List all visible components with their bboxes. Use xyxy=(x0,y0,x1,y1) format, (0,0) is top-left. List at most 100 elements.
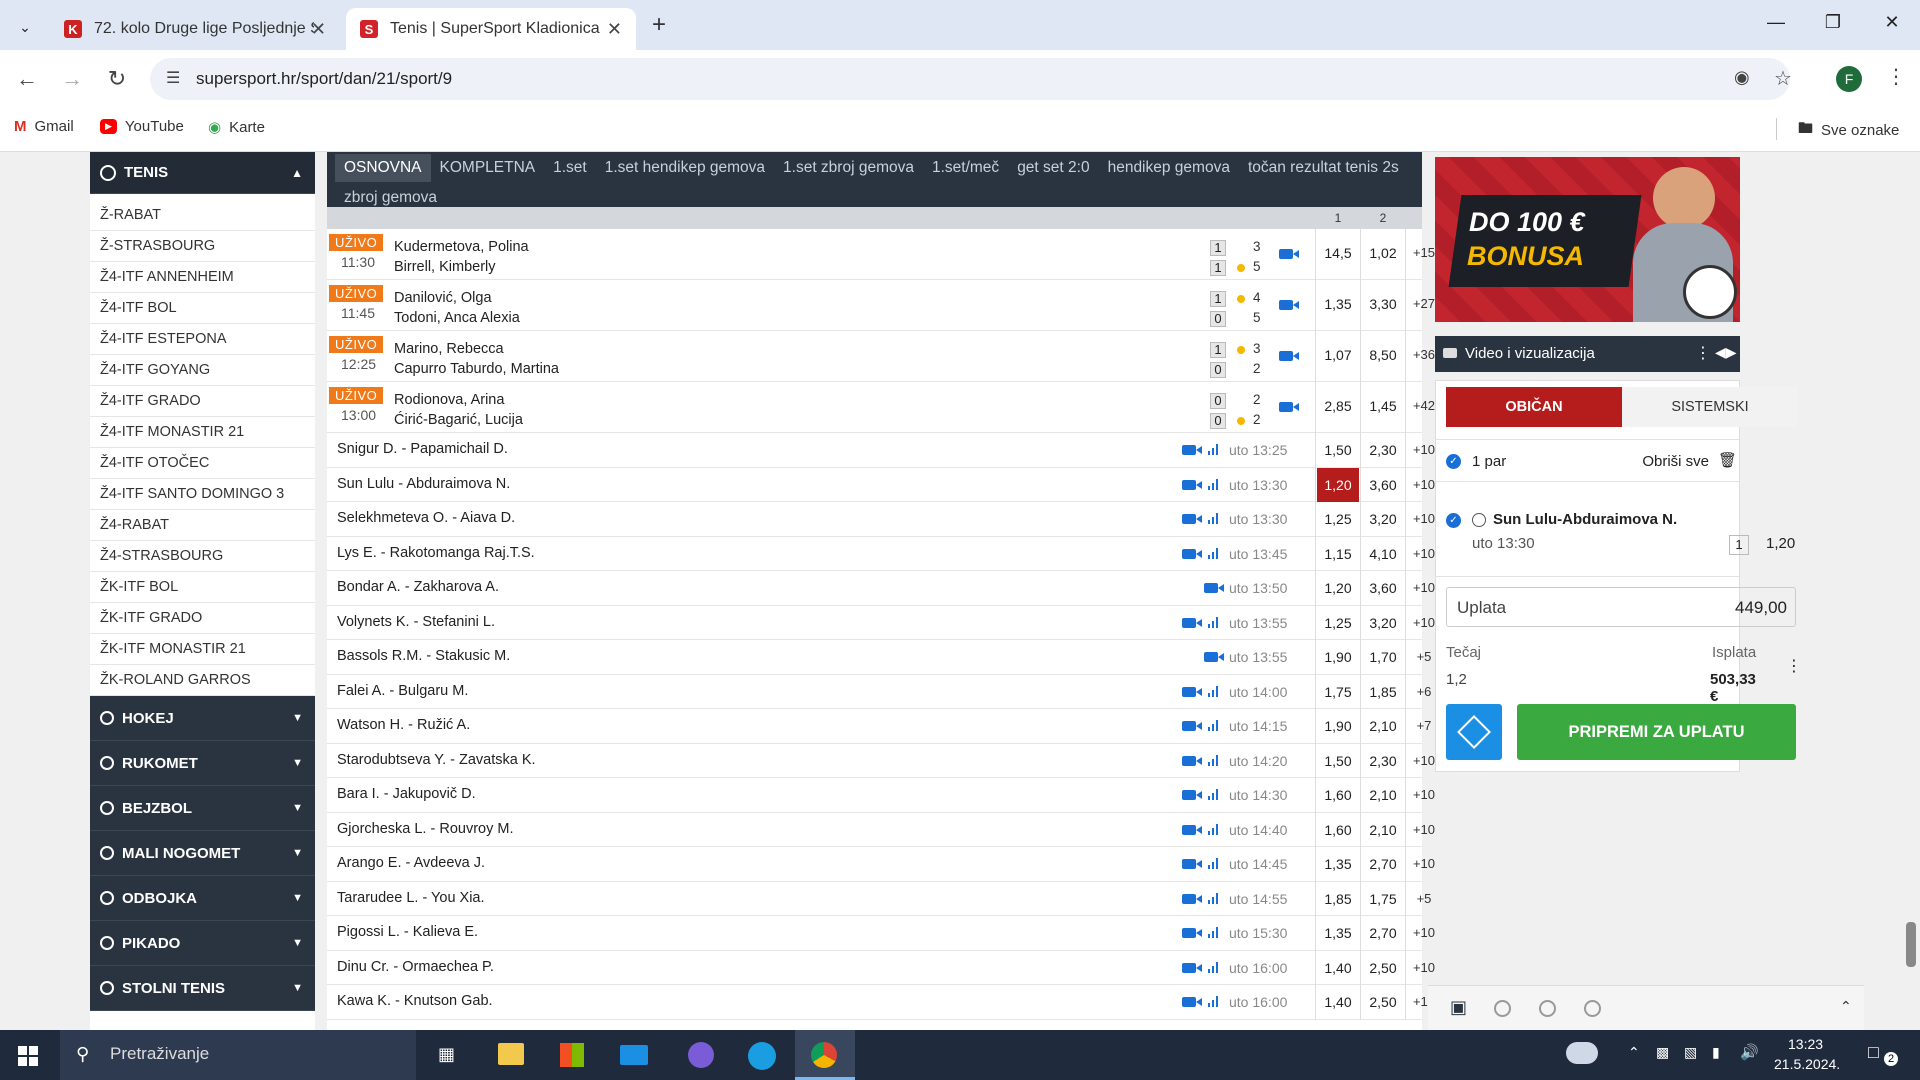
profile-avatar[interactable]: F xyxy=(1836,66,1862,92)
live-match-row[interactable]: UŽIVO 11:30 Kudermetova, Polina Birrell, Ki… xyxy=(327,229,1435,280)
stats-bars-icon[interactable] xyxy=(1208,478,1220,490)
menu-kebab-icon[interactable]: ⋮ xyxy=(1886,64,1906,89)
sidebar-sport-item[interactable]: BEJZBOL ▼ xyxy=(90,786,315,831)
sidebar-tournament-item[interactable]: Ž4-ITF SANTO DOMINGO 3 xyxy=(90,479,315,510)
clock-time[interactable]: 13:23 xyxy=(1788,1036,1823,1052)
sidebar-sport-item[interactable]: PIKADO ▼ xyxy=(90,921,315,966)
site-info-icon[interactable]: ☰ xyxy=(166,68,180,88)
odd-2[interactable]: 8,50 xyxy=(1362,347,1404,363)
video-bar[interactable]: Video i vizualizacija ⋮ ◀▶ xyxy=(1435,336,1740,372)
sidebar-sport-item[interactable]: STOLNI TENIS ▼ xyxy=(90,966,315,1011)
odd-1[interactable]: 1,25 xyxy=(1317,606,1359,641)
odd-1[interactable]: 1,40 xyxy=(1317,985,1359,1020)
match-row[interactable]: Pigossi L. - Kalieva E. uto 15:30 1,35 2,70… xyxy=(327,916,1435,951)
stats-bars-icon[interactable] xyxy=(1208,995,1220,1007)
odd-2[interactable]: 1,85 xyxy=(1362,675,1404,710)
match-row[interactable]: Bassols R.M. - Stakusic M. uto 13:55 1,90 1… xyxy=(327,640,1431,675)
market-tab[interactable]: 1.set xyxy=(544,154,596,182)
edge-icon[interactable] xyxy=(748,1042,776,1070)
odd-1[interactable]: 1,60 xyxy=(1317,778,1359,813)
odd-2[interactable]: 1,02 xyxy=(1362,245,1404,261)
more-markets[interactable]: +10 xyxy=(1407,847,1441,882)
notification-icon[interactable]: □ xyxy=(1868,1042,1879,1063)
match-row[interactable]: Lys E. - Rakotomanga Raj.T.S. uto 13:45 1,… xyxy=(327,536,1435,571)
reload-icon[interactable]: ↻ xyxy=(102,66,132,92)
weather-icon[interactable] xyxy=(1566,1042,1598,1064)
sidebar-tournament-item[interactable]: Ž4-ITF GOYANG xyxy=(90,355,315,386)
stats-bars-icon[interactable] xyxy=(1208,754,1220,766)
bookmark-karte[interactable]: ◉ Karte xyxy=(208,118,265,137)
stats-bars-icon[interactable] xyxy=(1208,443,1220,455)
payout-menu-icon[interactable]: ⋮ xyxy=(1786,656,1802,676)
back-icon[interactable]: ← xyxy=(12,66,42,92)
odd-2[interactable]: 2,30 xyxy=(1362,433,1404,468)
all-bookmarks-button[interactable]: 🖿 Sve oznake xyxy=(1798,118,1899,143)
stats-bars-icon[interactable] xyxy=(1208,788,1220,800)
sidebar-tournament-item[interactable]: Ž4-ITF BOL xyxy=(90,293,315,324)
store-icon[interactable] xyxy=(560,1043,584,1067)
odd-1[interactable]: 1,90 xyxy=(1317,709,1359,744)
odd-1[interactable]: 1,07 xyxy=(1317,347,1359,363)
tray-device-icon[interactable]: ▩ xyxy=(1656,1044,1669,1061)
market-tab[interactable]: KOMPLETNA xyxy=(431,154,545,182)
stats-bars-icon[interactable] xyxy=(1208,961,1220,973)
promo-banner[interactable]: DO 100 € BONUSA xyxy=(1435,157,1740,322)
tab-system-bet[interactable]: SISTEMSKI xyxy=(1622,387,1798,427)
odd-1[interactable]: 1,40 xyxy=(1317,951,1359,986)
video-camera-icon[interactable] xyxy=(1182,686,1202,697)
odd-1[interactable]: 1,35 xyxy=(1317,916,1359,951)
sidebar-sport-item[interactable]: ODBOJKA ▼ xyxy=(90,876,315,921)
market-tab[interactable]: 1.set zbroj gemova xyxy=(774,154,923,182)
video-camera-icon[interactable] xyxy=(1182,997,1202,1007)
trash-icon[interactable]: 🗑 xyxy=(1718,451,1737,469)
sidebar-tournament-item[interactable]: Ž-RABAT xyxy=(90,200,315,231)
match-row[interactable]: Snigur D. - Papamichail D. uto 13:25 1,50 2… xyxy=(327,433,1435,468)
match-row[interactable]: Falei A. - Bulgaru M. uto 14:00 1,75 1,85 +6 xyxy=(327,674,1431,710)
stats-bars-icon[interactable] xyxy=(1208,685,1220,697)
match-row[interactable]: Selekhmeteva O. - Aiava D. uto 13:30 1,25 3… xyxy=(327,502,1435,537)
odd-2[interactable]: 1,45 xyxy=(1362,398,1404,414)
odd-2[interactable]: 2,70 xyxy=(1362,916,1404,951)
video-camera-icon[interactable] xyxy=(1182,893,1202,904)
odd-1[interactable]: 14,5 xyxy=(1317,245,1359,261)
match-row[interactable]: Gjorcheska L. - Rouvroy M. uto 14:40 1,60 2… xyxy=(327,812,1435,848)
tab-search-icon[interactable]: ⌄ xyxy=(12,14,38,40)
chat-icon[interactable]: ▣ xyxy=(1450,997,1467,1018)
stats-bars-icon[interactable] xyxy=(1208,547,1220,559)
video-menu-icon[interactable]: ⋮ xyxy=(1695,343,1711,363)
prepare-payment-button[interactable]: PRIPREMI ZA UPLATU xyxy=(1517,704,1796,760)
odd-1[interactable]: 1,60 xyxy=(1317,813,1359,848)
close-tab-icon[interactable]: ✕ xyxy=(311,19,326,40)
restore-icon[interactable]: ❐ xyxy=(1813,12,1853,33)
market-tab[interactable]: točan rezultat tenis 2s xyxy=(1239,154,1408,182)
minimize-icon[interactable]: — xyxy=(1756,12,1796,33)
stats-bars-icon[interactable] xyxy=(1208,823,1220,835)
more-markets[interactable]: +5 xyxy=(1407,882,1441,917)
more-markets[interactable]: +10 xyxy=(1407,951,1441,986)
live-match-row[interactable]: UŽIVO 13:00 Rodionova, Arina Ćirić-Bagarić,… xyxy=(327,382,1435,433)
odd-1[interactable]: 1,25 xyxy=(1317,502,1359,537)
sidebar-tournament-item[interactable]: Ž4-ITF ANNENHEIM xyxy=(90,262,315,293)
sidebar-tournament-item[interactable]: Ž-STRASBOURG xyxy=(90,231,315,262)
market-tab[interactable]: OSNOVNA xyxy=(335,154,431,182)
sidebar-tournament-item[interactable]: Ž4-ITF GRADO xyxy=(90,386,315,417)
bookmark-youtube[interactable]: ▶ YouTube xyxy=(100,118,184,135)
sidebar-tournament-item[interactable]: ŽK-ITF MONASTIR 21 xyxy=(90,634,315,665)
basketball-icon[interactable] xyxy=(1539,1000,1556,1017)
mail-icon[interactable] xyxy=(620,1045,648,1065)
sidebar-tournament-item[interactable]: ŽK-ROLAND GARROS xyxy=(90,665,315,696)
video-camera-icon[interactable] xyxy=(1182,721,1202,731)
sidebar-tournament-item[interactable]: Ž4-STRASBOURG xyxy=(90,541,315,572)
forward-icon[interactable]: → xyxy=(57,66,87,92)
match-row[interactable]: Bara I. - Jakupovič D. uto 14:30 1,60 2,10 +… xyxy=(327,778,1435,813)
odd-2[interactable]: 3,60 xyxy=(1362,468,1404,503)
sidebar-tournament-item[interactable]: ŽK-ITF BOL xyxy=(90,572,315,603)
match-row[interactable]: Kawa K. - Knutson Gab. uto 16:00 1,40 2,50 +… xyxy=(327,985,1435,1020)
sidebar-sport-tenis[interactable]: TENIS ▲ xyxy=(90,152,315,194)
star-bookmark-icon[interactable]: ☆ xyxy=(1774,66,1792,91)
video-camera-icon[interactable] xyxy=(1279,300,1299,310)
market-tab[interactable]: 1.set hendikep gemova xyxy=(596,154,774,182)
sidebar-tournament-item[interactable]: Ž4-ITF ESTEPONA xyxy=(90,324,315,355)
tray-chevron-icon[interactable]: ⌃ xyxy=(1628,1044,1640,1061)
odd-2[interactable]: 3,60 xyxy=(1362,571,1404,606)
